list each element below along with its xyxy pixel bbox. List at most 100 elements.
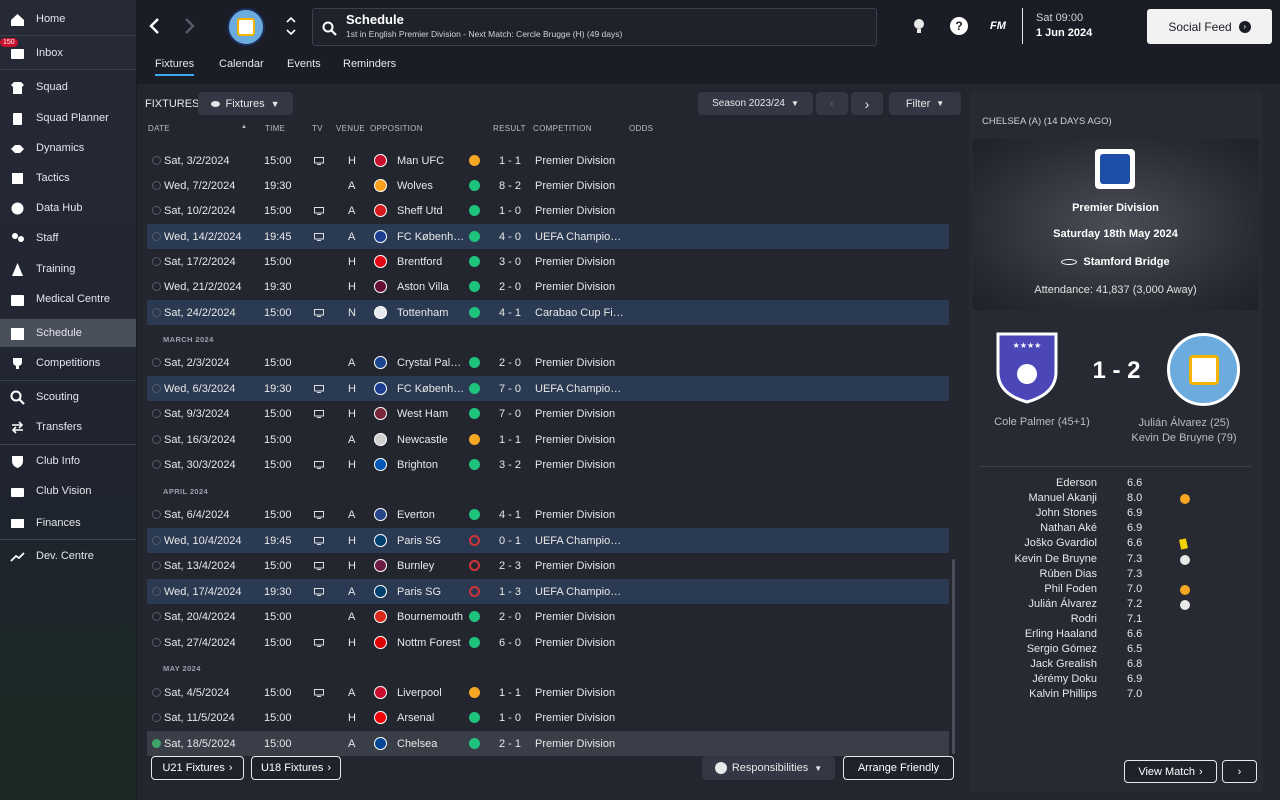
arrange-friendly-button[interactable]: Arrange Friendly xyxy=(843,756,954,780)
fixture-row[interactable]: Wed, 14/2/2024 19:45 A FC København 4 - 0 UEF… xyxy=(147,224,949,249)
player-rating-row[interactable]: Rodri 7.1 xyxy=(969,613,1263,628)
fixture-row[interactable]: Sat, 24/2/2024 15:00 N Tottenham 4 - 1 Caraba… xyxy=(147,300,949,325)
fixture-opposition[interactable]: Sheff Utd xyxy=(397,205,467,217)
sidebar-item-finances[interactable]: Finances xyxy=(0,509,136,537)
fixture-row[interactable]: Wed, 6/3/2024 19:30 H FC København 7 - 0 UEFA… xyxy=(147,376,949,401)
away-team-crest[interactable] xyxy=(1167,333,1240,406)
fixture-competition[interactable]: Premier Division xyxy=(535,611,615,623)
fixture-competition[interactable]: UEFA Champions League xyxy=(535,231,625,243)
sidebar-item-squad[interactable]: Squad xyxy=(0,73,136,101)
sidebar-item-schedule[interactable]: Schedule xyxy=(0,319,136,347)
sidebar-item-scouting[interactable]: Scouting xyxy=(0,383,136,411)
sidebar-item-home[interactable]: Home xyxy=(0,5,136,33)
club-crest[interactable] xyxy=(227,8,265,46)
fixture-opposition[interactable]: Nottm Forest xyxy=(397,637,467,649)
scrollbar[interactable] xyxy=(952,559,955,754)
fixture-row[interactable]: Sat, 27/4/2024 15:00 H Nottm Forest 6 - 0 Pre… xyxy=(147,630,949,655)
sidebar-item-staff[interactable]: Staff xyxy=(0,224,136,252)
fixture-row[interactable]: Sat, 2/3/2024 15:00 A Crystal Palace 2 - 0 Pr… xyxy=(147,350,949,375)
sidebar-item-data-hub[interactable]: Data Hub xyxy=(0,194,136,222)
fixture-opposition[interactable]: Aston Villa xyxy=(397,281,467,293)
player-rating-row[interactable]: Sergio Gómez 6.5 xyxy=(969,643,1263,658)
sidebar-item-training[interactable]: Training xyxy=(0,255,136,283)
fixture-opposition[interactable]: FC København xyxy=(397,383,467,395)
fixture-opposition[interactable]: Crystal Palace xyxy=(397,357,467,369)
sidebar-item-dynamics[interactable]: Dynamics xyxy=(0,134,136,162)
sidebar-item-transfers[interactable]: Transfers xyxy=(0,413,136,441)
player-rating-row[interactable]: Rúben Dias 7.3 xyxy=(969,568,1263,583)
fixture-competition[interactable]: Carabao Cup Final xyxy=(535,307,625,319)
fixture-competition[interactable]: UEFA Champions League xyxy=(535,383,625,395)
fixture-row[interactable]: Sat, 4/5/2024 15:00 A Liverpool 1 - 1 Premier… xyxy=(147,680,949,705)
sidebar-item-medical-centre[interactable]: Medical Centre xyxy=(0,285,136,313)
fixture-row[interactable]: Sat, 3/2/2024 15:00 H Man UFC 1 - 1 Premier D… xyxy=(147,148,949,173)
fixture-competition[interactable]: Premier Division xyxy=(535,738,615,750)
fixture-competition[interactable]: Premier Division xyxy=(535,357,615,369)
fixture-opposition[interactable]: Burnley xyxy=(397,560,467,572)
player-rating-row[interactable]: Ederson 6.6 xyxy=(969,477,1263,492)
fixture-competition[interactable]: Premier Division xyxy=(535,180,615,192)
tab-reminders[interactable]: Reminders xyxy=(343,58,396,74)
fixture-competition[interactable]: UEFA Champions League xyxy=(535,586,625,598)
fixture-opposition[interactable]: Brentford xyxy=(397,256,467,268)
fixture-opposition[interactable]: Bournemouth xyxy=(397,611,467,623)
view-match-button[interactable]: View Match › xyxy=(1124,760,1217,783)
player-rating-row[interactable]: Julián Álvarez 7.2 xyxy=(969,598,1263,613)
player-rating-row[interactable]: Nathan Aké 6.9 xyxy=(969,522,1263,537)
sidebar-item-club-info[interactable]: Club Info xyxy=(0,447,136,475)
player-rating-row[interactable]: Manuel Akanji 8.0 xyxy=(969,492,1263,507)
fixture-opposition[interactable]: FC København xyxy=(397,231,467,243)
fixture-row[interactable]: Sat, 13/4/2024 15:00 H Burnley 2 - 3 Premier … xyxy=(147,553,949,578)
fixture-row[interactable]: Wed, 7/2/2024 19:30 A Wolves 8 - 2 Premier Di… xyxy=(147,173,949,198)
sidebar-item-competitions[interactable]: Competitions xyxy=(0,349,136,377)
player-rating-row[interactable]: Kevin De Bruyne 7.3 xyxy=(969,553,1263,568)
fixture-row[interactable]: Sat, 6/4/2024 15:00 A Everton 4 - 1 Premier D… xyxy=(147,502,949,527)
responsibilities-button[interactable]: Responsibilities ▼ xyxy=(702,756,835,780)
club-switcher[interactable] xyxy=(285,14,297,38)
fixture-opposition[interactable]: Wolves xyxy=(397,180,467,192)
fixture-competition[interactable]: Premier Division xyxy=(535,434,615,446)
tab-calendar[interactable]: Calendar xyxy=(219,58,264,74)
player-rating-row[interactable]: Jack Grealish 6.8 xyxy=(969,658,1263,673)
fm-logo[interactable]: FM xyxy=(990,20,1006,32)
fixture-opposition[interactable]: Man UFC xyxy=(397,155,467,167)
player-rating-row[interactable]: John Stones 6.9 xyxy=(969,507,1263,522)
tab-fixtures[interactable]: Fixtures xyxy=(155,58,195,76)
player-rating-row[interactable]: Phil Foden 7.0 xyxy=(969,583,1263,598)
fixture-opposition[interactable]: West Ham xyxy=(397,408,467,420)
fixture-competition[interactable]: Premier Division xyxy=(535,560,615,572)
fixture-competition[interactable]: Premier Division xyxy=(535,509,615,521)
fixture-row[interactable]: Sat, 20/4/2024 15:00 A Bournemouth 2 - 0 Prem… xyxy=(147,604,949,629)
player-rating-row[interactable]: Joško Gvardiol 6.6 xyxy=(969,537,1263,552)
fixture-row[interactable]: Sat, 16/3/2024 15:00 A Newcastle 1 - 1 Premie… xyxy=(147,427,949,452)
date-widget[interactable]: Sat 09:00 1 Jun 2024 xyxy=(1022,8,1138,44)
sidebar-item-squad-planner[interactable]: Squad Planner xyxy=(0,104,136,132)
fixture-opposition[interactable]: Brighton xyxy=(397,459,467,471)
fixture-row[interactable]: Wed, 17/4/2024 19:30 A Paris SG 1 - 3 UEFA Ch… xyxy=(147,579,949,604)
fixture-competition[interactable]: Premier Division xyxy=(535,637,615,649)
fixture-row[interactable]: Sat, 17/2/2024 15:00 H Brentford 3 - 0 Premie… xyxy=(147,249,949,274)
sidebar-item-dev-centre[interactable]: Dev. Centre xyxy=(0,542,136,570)
fixture-row[interactable]: Sat, 18/5/2024 15:00 A Chelsea 2 - 1 Premier … xyxy=(147,731,949,756)
fixture-competition[interactable]: Premier Division xyxy=(535,712,615,724)
fixture-competition[interactable]: UEFA Champions League xyxy=(535,535,625,547)
fixture-row[interactable]: Sat, 11/5/2024 15:00 H Arsenal 1 - 0 Premier … xyxy=(147,705,949,730)
fixture-competition[interactable]: Premier Division xyxy=(535,408,615,420)
search-bar[interactable]: Schedule 1st in English Premier Division… xyxy=(312,8,877,46)
help-button[interactable]: ? xyxy=(950,17,968,35)
fixture-opposition[interactable]: Arsenal xyxy=(397,712,467,724)
fixture-opposition[interactable]: Everton xyxy=(397,509,467,521)
fixture-row[interactable]: Sat, 9/3/2024 15:00 H West Ham 7 - 0 Premier … xyxy=(147,401,949,426)
fixture-competition[interactable]: Premier Division xyxy=(535,155,615,167)
light-bulb-button[interactable] xyxy=(912,18,926,37)
fixture-opposition[interactable]: Chelsea xyxy=(397,738,467,750)
fixture-competition[interactable]: Premier Division xyxy=(535,687,615,699)
tab-events[interactable]: Events xyxy=(287,58,321,74)
social-feed-button[interactable]: Social Feed › xyxy=(1147,9,1272,44)
sidebar-item-club-vision[interactable]: Club Vision xyxy=(0,477,136,505)
sidebar-item-inbox[interactable]: Inbox xyxy=(0,39,136,67)
player-rating-row[interactable]: Erling Haaland 6.6 xyxy=(969,628,1263,643)
player-rating-row[interactable]: Kalvin Phillips 7.0 xyxy=(969,688,1263,703)
forward-button[interactable] xyxy=(181,16,197,36)
fixture-opposition[interactable]: Tottenham xyxy=(397,307,467,319)
